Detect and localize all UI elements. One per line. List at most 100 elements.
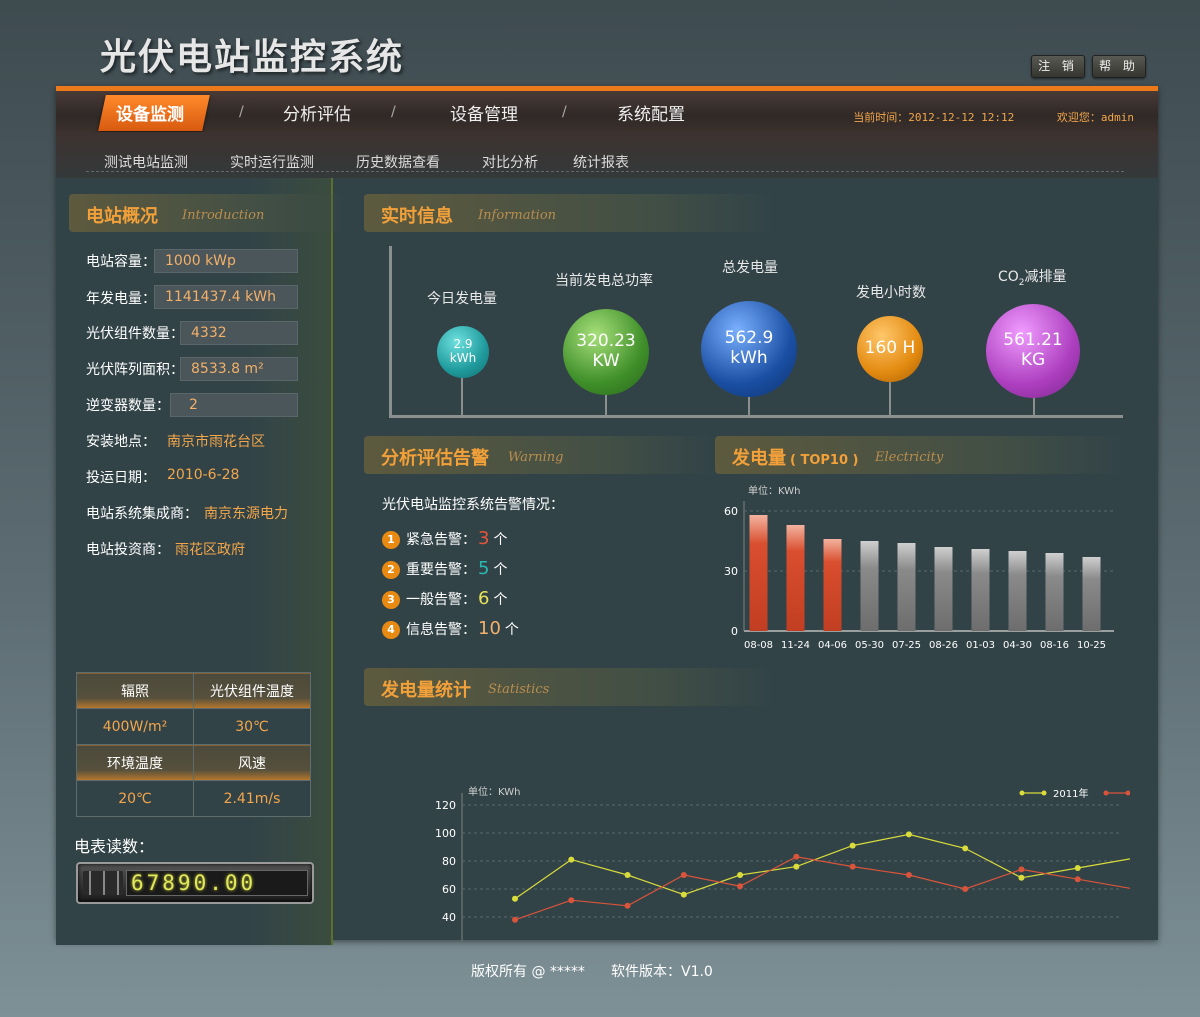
subnav-item-test-station[interactable]: 测试电站监测 [104,152,188,172]
warning-title-en: Warning [508,450,564,465]
warning-summary: 光伏电站监控系统告警情况： [382,497,564,513]
y-tick-label: 30 [724,565,738,578]
warning-number-badge: 3 [382,591,400,609]
inverter-count-label: 逆变器数量： [86,398,170,414]
data-point [1018,874,1025,881]
data-point [1074,876,1081,883]
warning-number-badge: 1 [382,531,400,549]
warning-label: 重要告警： [406,562,476,578]
today-gen-label: 今日发电量 [427,291,497,307]
bar [934,547,953,631]
today-gen-bubble: 2.9 kWh [437,326,489,378]
stats-header: 发电量统计 Statistics [364,668,774,706]
co2-reduction-label: CO2减排量 [998,266,1067,288]
total-power-unit: KW [592,351,620,371]
warning-unit: 个 [493,532,508,548]
meter-label: 电表读数： [74,837,155,856]
warning-item-urgent[interactable]: 1 紧急告警： 3 个 [382,528,507,549]
overview-panel: 电站概况 Introduction 电站容量： 1000 kWp 年发电量： 1… [56,178,345,945]
total-power-label: 当前发电总功率 [555,273,653,289]
data-point [1074,865,1081,871]
y-tick-label: 60 [724,505,738,518]
nav-tab-device-monitor[interactable]: 设备监测 [116,100,184,125]
legend-marker [1041,790,1047,796]
bar [1008,551,1027,631]
co2-label-main: CO [998,269,1019,285]
module-temp-header: 光伏组件温度 [193,672,311,709]
subnav-item-compare[interactable]: 对比分析 [482,152,538,172]
series-line [514,856,1130,921]
realtime-axis-v [389,246,392,418]
nav-separator: / [391,104,396,120]
footer-version: 软件版本：V1.0 [611,964,713,980]
subnav-item-history[interactable]: 历史数据查看 [356,152,440,172]
data-point [680,891,687,898]
nav-tab-analysis[interactable]: 分析评估 [283,100,351,125]
data-point [512,916,518,923]
capacity-value: 1000 kWp [154,249,298,273]
data-point [849,863,856,870]
data-point [793,853,800,860]
y-tick-label: 60 [442,883,456,896]
ambient-temp-value: 20℃ [76,780,194,817]
module-temp-value: 30℃ [193,708,311,745]
data-point [568,856,575,863]
total-gen-unit: kWh [730,348,768,368]
annual-gen-value: 1141437.4 kWh [154,285,298,309]
legend-marker [1103,790,1109,796]
data-point [962,845,969,852]
warning-item-info[interactable]: 4 信息告警： 10 个 [382,618,519,639]
data-point [624,902,631,909]
investor-value: 雨花区政府 [175,542,245,558]
meter-reading: 67890.00 [126,870,308,896]
x-tick-label: 04-06 [818,640,847,651]
x-tick-label: 05-30 [855,640,884,651]
top10-header: 发电量 ( TOP10 ) Electricity [715,436,1123,474]
subnav-item-report[interactable]: 统计报表 [573,152,629,172]
x-tick-label: 10-25 [1077,640,1106,651]
integrator-label: 电站系统集成商： [86,506,198,522]
data-point [568,897,575,904]
stats-title: 发电量统计 [381,680,471,701]
array-area-value: 8533.8 m² [180,357,298,381]
overview-title: 电站概况 [86,206,158,227]
bar [1082,557,1101,631]
annual-gen-label: 年发电量： [86,291,156,307]
realtime-title: 实时信息 [381,206,453,227]
logout-button[interactable]: 注 销 [1031,55,1085,78]
nav-bar: 设备监测 / 分析评估 / 设备管理 / 系统配置 当前时间：2012-12-1… [56,91,1158,132]
location-label: 安装地点： [86,434,156,450]
gen-hours-value: 160 H [864,338,916,359]
co2-reduction-bubble: 561.21 KG [986,304,1080,398]
y-tick-label: 40 [442,911,456,924]
top10-title-main: 发电量 [732,448,786,469]
warning-number-badge: 4 [382,621,400,639]
nav-separator: / [239,104,244,120]
array-area-label: 光伏阵列面积： [86,362,184,378]
total-gen-value: 562.9 [724,328,774,349]
co2-reduction-value: 561.21 [1003,330,1063,351]
meter-indicator-icon [83,871,123,895]
ambient-temp-header: 环境温度 [76,744,194,781]
warning-item-general[interactable]: 3 一般告警： 6 个 [382,588,507,609]
legend-label: 2011年 [1053,787,1088,800]
bar [749,515,768,631]
data-point [905,831,912,838]
warning-count: 6 [478,588,490,609]
total-gen-bubble: 562.9 kWh [701,301,797,397]
nav-tab-device-manage[interactable]: 设备管理 [450,100,518,125]
top10-bar-chart: 单位：KWh 0 30 60 08-08 11-24 04-06 05-30 07-25 08-2… [724,484,1114,651]
meter-display: 67890.00 [76,862,314,904]
warning-label: 一般告警： [406,592,476,608]
investor-label: 电站投资商： [86,542,170,558]
legend-marker [1019,790,1025,796]
x-tick-label: 08-16 [1040,640,1069,651]
subnav-item-realtime[interactable]: 实时运行监测 [230,152,314,172]
y-tick-label: 120 [435,799,456,812]
irradiance-header: 辐照 [76,672,194,709]
nav-tab-system-config[interactable]: 系统配置 [617,100,685,125]
help-button[interactable]: 帮 助 [1092,55,1146,78]
top10-title: 发电量 ( TOP10 ) [732,444,858,470]
warning-item-important[interactable]: 2 重要告警： 5 个 [382,558,507,579]
footer-copyright: 版权所有 @ ***** [471,964,585,980]
